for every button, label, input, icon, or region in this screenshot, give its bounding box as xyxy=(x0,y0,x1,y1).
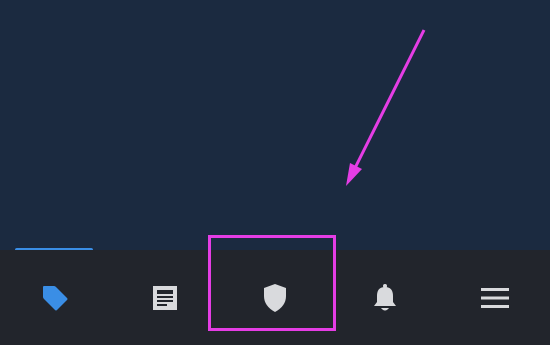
newspaper-icon xyxy=(152,285,178,311)
tab-notifications[interactable] xyxy=(330,250,440,345)
tab-security[interactable] xyxy=(220,250,330,345)
tab-menu[interactable] xyxy=(440,250,550,345)
bell-icon xyxy=(372,283,398,313)
annotation-arrow xyxy=(346,29,426,186)
tag-icon xyxy=(40,283,70,313)
shield-icon xyxy=(262,283,288,313)
tab-news[interactable] xyxy=(110,250,220,345)
tab-tags[interactable] xyxy=(0,250,110,345)
hamburger-menu-icon xyxy=(480,286,510,310)
bottom-tab-bar xyxy=(0,250,550,345)
